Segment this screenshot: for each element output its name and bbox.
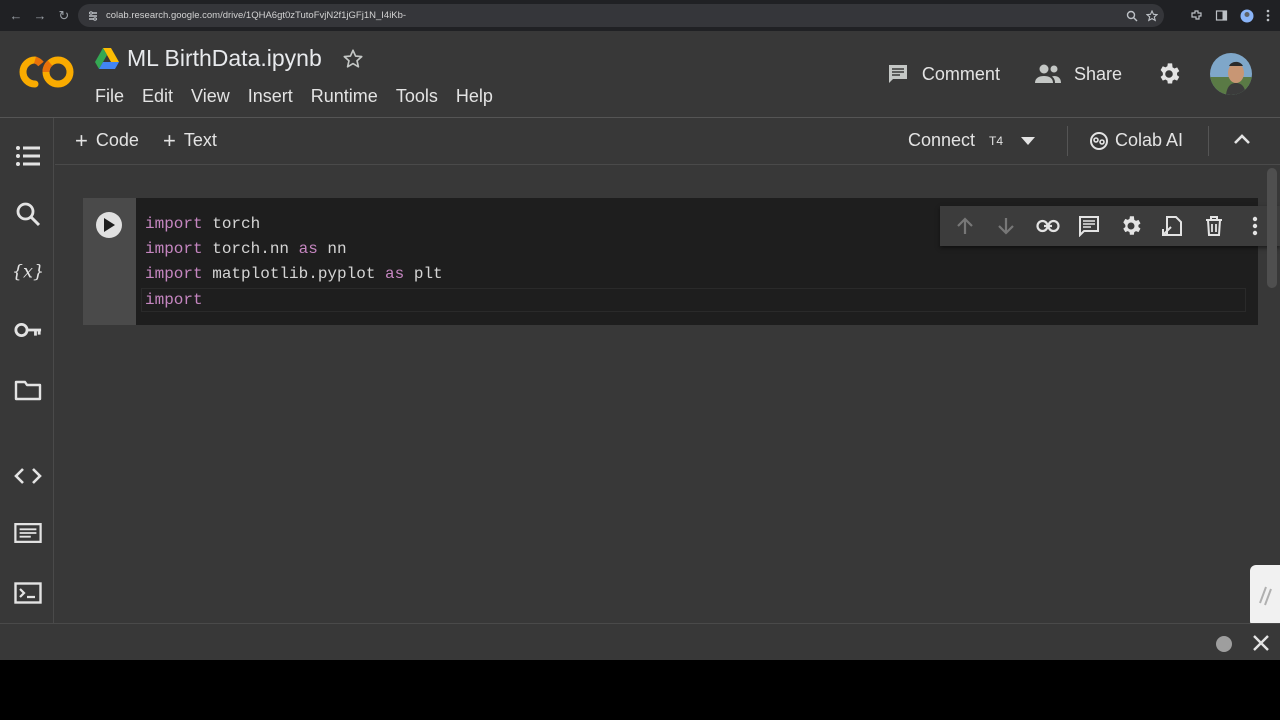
code-keyword: import <box>145 240 203 259</box>
plus-icon: + <box>75 127 88 153</box>
runtime-type-badge: T4 <box>989 133 1004 148</box>
plus-icon: + <box>163 127 176 153</box>
svg-text:{x}: {x} <box>14 263 42 283</box>
profile-icon[interactable] <box>1240 9 1254 23</box>
user-avatar[interactable] <box>1210 53 1252 95</box>
code-line: import <box>145 288 443 313</box>
side-panel-icon[interactable] <box>1215 9 1228 22</box>
search-icon[interactable] <box>14 200 42 228</box>
bookmark-star-icon[interactable] <box>1146 9 1158 22</box>
left-sidebar: {x} <box>0 118 54 623</box>
extensions-icon[interactable] <box>1190 9 1203 22</box>
toc-icon[interactable] <box>14 142 42 170</box>
side-panel-tab[interactable] <box>1250 565 1280 627</box>
comment-icon <box>888 65 907 83</box>
browser-bar: ← → ↻ colab.research.google.com/drive/1Q… <box>0 0 1280 31</box>
connect-label: Connect <box>908 130 976 150</box>
files-folder-icon[interactable] <box>14 376 42 404</box>
notebook-area: import torch import torch.nn as nn import … <box>55 166 1280 623</box>
menu-tools[interactable]: Tools <box>396 86 438 107</box>
colab-ai-label: Colab AI <box>1115 130 1184 150</box>
status-indicator-icon <box>1216 636 1232 652</box>
cell-settings-gear-icon[interactable] <box>1118 213 1144 239</box>
comment-button[interactable]: Comment <box>886 62 1000 86</box>
code-keyword: as <box>298 240 318 259</box>
forward-icon[interactable]: → <box>28 4 52 28</box>
add-code-button[interactable]: + Code <box>75 127 139 153</box>
colab-ai-button[interactable]: Colab AI <box>1089 130 1183 151</box>
zoom-icon[interactable] <box>1126 10 1138 22</box>
colab-logo-icon[interactable] <box>18 55 76 89</box>
share-label: Share <box>1073 63 1122 84</box>
colab-ai-icon <box>1090 131 1108 150</box>
code-text: nn <box>317 240 347 259</box>
terminal-icon[interactable] <box>14 579 42 607</box>
code-keyword: import <box>145 215 203 233</box>
variables-icon[interactable]: {x} <box>14 258 42 286</box>
run-cell-button[interactable] <box>96 212 122 238</box>
delete-trash-icon[interactable] <box>1201 213 1227 239</box>
move-down-icon[interactable] <box>993 213 1019 239</box>
notebook-title[interactable]: ML BirthData.ipynb <box>127 45 322 72</box>
toolbar-divider <box>1067 126 1068 156</box>
menu-file[interactable]: File <box>95 86 124 107</box>
add-text-button[interactable]: + Text <box>163 127 217 153</box>
slashes-icon <box>1259 586 1272 606</box>
code-text: plt <box>404 265 443 284</box>
code-keyword: import <box>145 265 203 284</box>
comment-icon[interactable] <box>1076 213 1102 239</box>
menu-help[interactable]: Help <box>456 86 493 107</box>
connect-button[interactable]: Connect T4 <box>908 130 1036 151</box>
code-line: import matplotlib.pyplot as plt <box>145 262 443 287</box>
site-info-icon[interactable] <box>86 9 100 23</box>
link-icon[interactable] <box>1035 213 1061 239</box>
share-button[interactable]: Share <box>1034 63 1122 85</box>
toolbar-divider <box>1208 126 1209 156</box>
chevron-up-icon[interactable] <box>1233 131 1251 149</box>
move-up-icon[interactable] <box>952 213 978 239</box>
code-keyword: import <box>145 290 203 309</box>
cell-toolbar <box>940 206 1280 246</box>
chevron-down-icon[interactable] <box>1021 136 1036 145</box>
code-keyword: as <box>385 265 405 284</box>
notebook-scrollbar[interactable] <box>1264 166 1280 623</box>
status-bar <box>0 623 1280 660</box>
comment-label: Comment <box>921 63 1000 84</box>
chrome-menu-icon[interactable] <box>1266 9 1270 22</box>
mirror-cell-icon[interactable] <box>1159 213 1185 239</box>
cell-gutter <box>83 198 136 325</box>
code-text: torch.nn <box>202 240 299 259</box>
menu-runtime[interactable]: Runtime <box>311 86 378 107</box>
colab-header: ML BirthData.ipynb File Edit View Insert… <box>0 31 1280 117</box>
back-icon[interactable]: ← <box>4 4 28 28</box>
close-icon[interactable] <box>1252 634 1270 652</box>
code-cell[interactable]: import torch import torch.nn as nn import … <box>83 198 1280 325</box>
notebook-toolbar: + Code + Text Connect T4 Colab AI <box>55 118 1280 165</box>
people-icon <box>1034 64 1061 83</box>
secrets-key-icon[interactable] <box>14 316 42 344</box>
colab-window: ← → ↻ colab.research.google.com/drive/1Q… <box>0 0 1280 660</box>
code-line: import torch <box>145 212 443 237</box>
menu-edit[interactable]: Edit <box>142 86 173 107</box>
reload-icon[interactable]: ↻ <box>52 4 76 28</box>
url-text: colab.research.google.com/drive/1QHA6gt0… <box>106 10 407 21</box>
command-palette-icon[interactable] <box>14 519 42 547</box>
menu-bar: File Edit View Insert Runtime Tools Help <box>95 86 511 107</box>
menu-view[interactable]: View <box>191 86 230 107</box>
add-code-label: Code <box>95 130 139 150</box>
settings-gear-icon[interactable] <box>1156 61 1182 87</box>
code-snippets-icon[interactable] <box>14 462 42 490</box>
menu-insert[interactable]: Insert <box>248 86 293 107</box>
address-bar[interactable]: colab.research.google.com/drive/1QHA6gt0… <box>78 4 1164 27</box>
scrollbar-thumb[interactable] <box>1267 168 1277 288</box>
code-text: torch <box>202 215 261 233</box>
star-icon[interactable] <box>342 48 364 70</box>
add-text-label: Text <box>183 130 217 150</box>
drive-icon[interactable] <box>95 48 119 69</box>
code-text: matplotlib.pyplot <box>202 265 386 284</box>
code-editor[interactable]: import torch import torch.nn as nn import … <box>145 212 443 313</box>
code-line: import torch.nn as nn <box>145 237 443 262</box>
play-icon <box>104 218 115 232</box>
